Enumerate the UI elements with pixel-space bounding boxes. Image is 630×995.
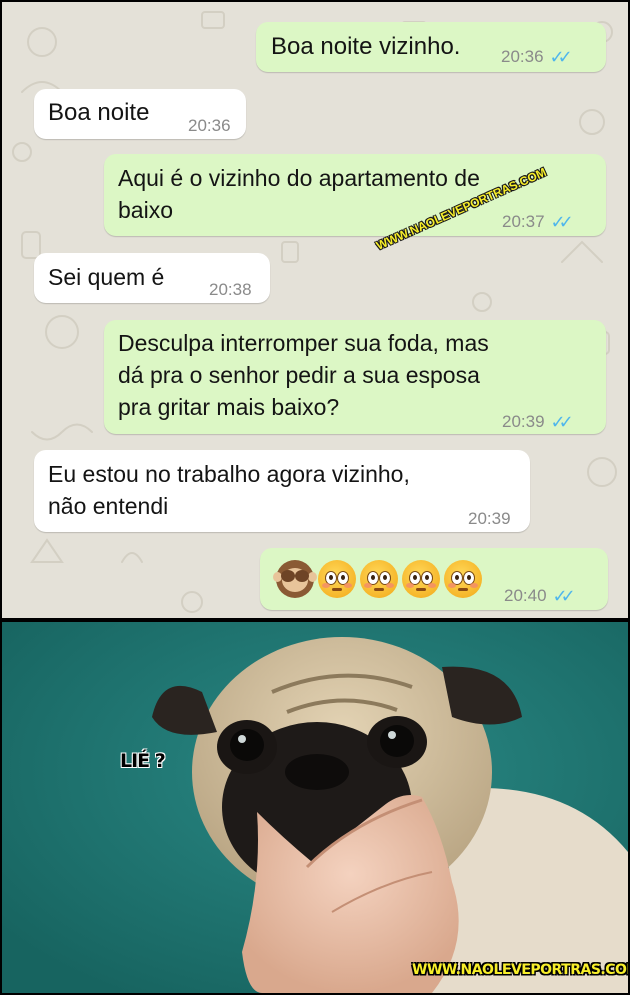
read-receipt-icon: ✓✓ [552,586,576,606]
message-meta: 20:39 [468,503,511,535]
pug-photo [2,622,628,993]
see-no-evil-monkey-icon [273,560,317,598]
message-time: 20:39 [468,509,511,528]
outgoing-message[interactable]: Desculpa interromper sua foda, mas dá pr… [104,320,606,434]
message-meta: 20:36 [188,110,231,142]
message-meta: 20:40 ✓✓ [504,580,576,612]
meme-image: LIÉ ? WWW.NAOLEVEPORTRAS.COM [2,622,628,993]
meme-caption: LIÉ ? [120,750,166,772]
outgoing-message[interactable]: Aqui é o vizinho do apartamento de baixo… [104,154,606,236]
outgoing-message[interactable]: Boa noite vizinho. 20:36 ✓✓ [256,22,606,72]
chat-conversation: Boa noite vizinho. 20:36 ✓✓ Boa noite 20… [2,2,628,618]
outgoing-message[interactable]: 20:40 ✓✓ [260,548,608,610]
message-text: Boa noite vizinho. [271,33,461,60]
message-meta: 20:37 ✓✓ [502,206,574,238]
message-time: 20:36 [501,47,544,66]
incoming-message[interactable]: Sei quem é 20:38 [34,253,270,303]
message-time: 20:36 [188,116,231,135]
flushed-face-icon [318,560,356,598]
screenshot-frame: Boa noite vizinho. 20:36 ✓✓ Boa noite 20… [2,2,628,993]
message-meta: 20:38 [209,274,252,306]
read-receipt-icon: ✓✓ [550,412,574,432]
flushed-face-icon [444,560,482,598]
read-receipt-icon: ✓✓ [550,212,574,232]
flushed-face-icon [360,560,398,598]
message-text: Desculpa interromper sua foda, mas dá pr… [118,330,489,420]
site-watermark-link[interactable]: WWW.NAOLEVEPORTRAS.COM [412,962,628,978]
incoming-message[interactable]: Eu estou no trabalho agora vizinho, não … [34,450,530,532]
incoming-message[interactable]: Boa noite 20:36 [34,89,246,139]
message-meta: 20:39 ✓✓ [502,406,574,438]
message-time: 20:38 [209,280,252,299]
message-time: 20:39 [502,412,545,431]
message-text: Sei quem é [48,264,165,290]
message-time: 20:40 [504,586,547,605]
read-receipt-icon: ✓✓ [549,47,573,67]
message-time: 20:37 [502,212,545,231]
message-text: Boa noite [48,99,150,126]
flushed-face-icon [402,560,440,598]
emoji-row [273,560,482,598]
message-meta: 20:36 ✓✓ [501,41,573,73]
message-text: Eu estou no trabalho agora vizinho, não … [48,461,410,519]
